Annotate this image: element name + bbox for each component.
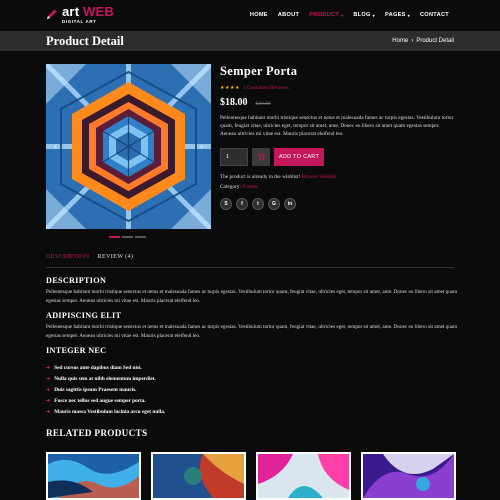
social-share: S f t G in: [220, 198, 456, 210]
tab-description[interactable]: DESCRIPTION: [46, 252, 90, 267]
list-item: ➔ Sed cursus ante dapibus diam Sed nisi.: [46, 364, 142, 371]
related-product-image: [153, 454, 244, 498]
list-item: ➔ Duis sagittis ipsum Praesent mauris.: [46, 386, 137, 393]
reviews-link[interactable]: 3 Customer Reviews: [243, 85, 289, 91]
arrow-right-icon: ➔: [46, 376, 51, 382]
tab-content: DESCRIPTION Pellentesque habitant morbi …: [46, 276, 460, 417]
section-heading: DESCRIPTION: [46, 276, 107, 285]
nav-product[interactable]: PRODUCT ▾: [309, 12, 343, 18]
facebook-icon[interactable]: f: [236, 198, 248, 210]
pencil-icon: [47, 9, 57, 19]
chevron-down-icon: ▾: [372, 12, 375, 18]
shopping-cart-icon: [257, 153, 265, 161]
linkedin-icon[interactable]: in: [284, 198, 296, 210]
gallery-dot[interactable]: [135, 236, 146, 238]
related-products-heading: RELATED PRODUCTS: [46, 428, 148, 438]
wishlist-text: The product is already in the wishlist!: [220, 174, 301, 180]
nav-about[interactable]: ABOUT: [278, 12, 299, 18]
star-rating-icon: ★★★★: [220, 86, 240, 91]
main-nav: HOME ABOUT PRODUCT ▾ BLOG ▾ PAGES ▾ CONTACT: [250, 12, 449, 18]
section-paragraph: Pellentesque habitant morbi tristique se…: [46, 289, 458, 304]
category-label: Category:: [220, 184, 241, 190]
gallery-dot[interactable]: [122, 236, 133, 238]
arrow-right-icon: ➔: [46, 365, 51, 371]
tab-review[interactable]: REVIEW (4): [98, 252, 134, 267]
section-heading: INTEGER NEC: [46, 346, 107, 355]
related-product-image: [48, 454, 139, 498]
product-rating: ★★★★ 3 Customer Reviews: [220, 85, 456, 91]
gallery-pagination: [109, 236, 146, 238]
product-gallery[interactable]: ‹ ›: [46, 64, 211, 229]
product-title: Semper Porta: [220, 64, 298, 78]
section-heading: ADIPISCING ELIT: [46, 311, 122, 320]
nav-home[interactable]: HOME: [250, 12, 268, 18]
site-header: art WEB DIGITAL ART HOME ABOUT PRODUCT ▾ …: [0, 0, 500, 31]
add-to-cart-button[interactable]: ADD TO CART: [274, 148, 324, 166]
gallery-prev-icon[interactable]: ‹: [54, 141, 57, 151]
nav-pages[interactable]: PAGES ▾: [385, 12, 410, 18]
price-current: $18.00: [220, 97, 248, 108]
arrow-right-icon: ➔: [46, 398, 51, 404]
breadcrumb-home[interactable]: Home: [392, 38, 408, 44]
logo-text-web: WEB: [83, 4, 114, 19]
arrow-right-icon: ➔: [46, 409, 51, 415]
cart-icon[interactable]: [252, 148, 270, 166]
quantity-input[interactable]: 1: [220, 148, 248, 166]
skype-icon[interactable]: S: [220, 198, 232, 210]
google-plus-icon[interactable]: G: [268, 198, 280, 210]
chevron-down-icon: ▾: [341, 12, 344, 18]
breadcrumb-separator: ›: [411, 38, 414, 44]
product-summary: Semper Porta ★★★★ 3 Customer Reviews $18…: [220, 64, 456, 210]
product-short-description: Pellentesque habitant morbi tristique se…: [220, 115, 454, 137]
list-item: ➔ Nulla quis sem at nibh elementum imperd…: [46, 375, 156, 382]
nav-contact[interactable]: CONTACT: [420, 12, 449, 18]
related-product-thumb[interactable]: [361, 452, 456, 500]
related-products-list: [46, 452, 456, 500]
wishlist-notice: The product is already in the wishlist! …: [220, 174, 456, 180]
logo-tagline: DIGITAL ART: [62, 19, 97, 24]
related-product-thumb[interactable]: [256, 452, 351, 500]
feature-list: ➔ Sed cursus ante dapibus diam Sed nisi. …: [46, 362, 460, 417]
price-original: $20.00: [255, 101, 271, 107]
category-link[interactable]: Posters: [242, 184, 257, 190]
section-paragraph: Pellentesque habitant morbi tristique se…: [46, 324, 458, 339]
list-item: ➔ Mauris massa Vestibulum lacinia arcu eg…: [46, 408, 166, 415]
product-image: [46, 64, 211, 229]
site-logo[interactable]: art WEB DIGITAL ART: [46, 4, 114, 24]
list-item: ➔ Fusce nec tellus sed augue semper porta…: [46, 397, 146, 404]
page-title-bar: Product Detail Home › Product Detail: [0, 31, 500, 51]
logo-text-art: art: [62, 4, 80, 19]
nav-blog[interactable]: BLOG ▾: [353, 12, 375, 18]
product-price: $18.00 $20.00: [220, 97, 456, 108]
breadcrumb: Home › Product Detail: [392, 38, 454, 44]
product-tabs: DESCRIPTION REVIEW (4): [46, 252, 454, 268]
related-product-thumb[interactable]: [151, 452, 246, 500]
related-product-image: [363, 454, 454, 498]
related-product-image: [258, 454, 349, 498]
related-product-thumb[interactable]: [46, 452, 141, 500]
add-to-cart-row: 1 ADD TO CART: [220, 148, 456, 166]
product-category: Category: Posters: [220, 184, 456, 190]
arrow-right-icon: ➔: [46, 387, 51, 393]
chevron-down-icon: ▾: [407, 12, 410, 18]
twitter-icon[interactable]: t: [252, 198, 264, 210]
browse-wishlist-link[interactable]: Browse Wishlist: [302, 174, 337, 180]
gallery-next-icon[interactable]: ›: [200, 141, 203, 151]
gallery-dot[interactable]: [109, 236, 120, 238]
page-title: Product Detail: [46, 34, 124, 48]
breadcrumb-current: Product Detail: [416, 38, 454, 44]
